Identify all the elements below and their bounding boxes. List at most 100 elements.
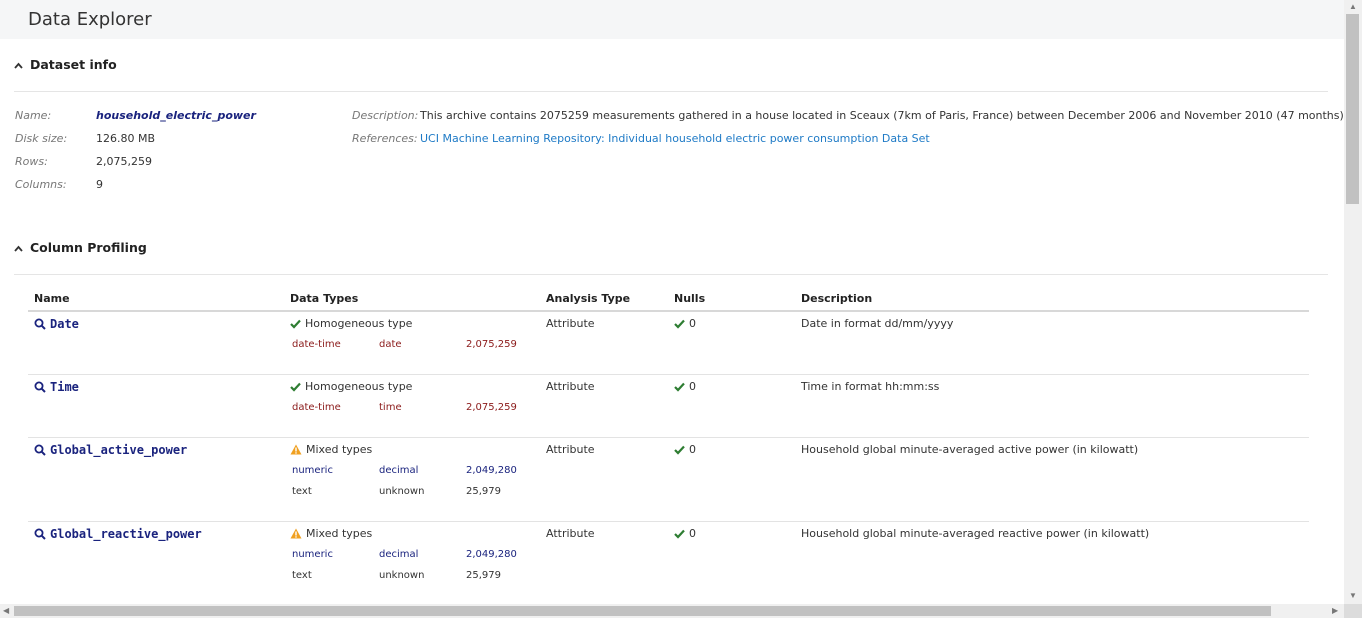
type-status: Homogeneous type: [290, 380, 412, 393]
analysis-type: Attribute: [546, 317, 595, 330]
warning-icon: [290, 444, 302, 455]
row-divider: [28, 374, 1309, 375]
analysis-type: Attribute: [546, 443, 595, 456]
magnifier-icon: [34, 444, 46, 456]
description-value: This archive contains 2075259 measuremen…: [420, 109, 1344, 122]
name-label: Name:: [15, 109, 52, 122]
type-category: numeric: [292, 549, 333, 560]
type-status-text: Mixed types: [306, 443, 373, 456]
scrollbar-corner: [1344, 604, 1362, 618]
horizontal-scrollbar[interactable]: ◀ ▶: [0, 604, 1344, 618]
vertical-scrollbar[interactable]: ▲ ▼: [1344, 0, 1362, 604]
nulls-cell: 0: [674, 317, 696, 330]
chevron-up-icon: [14, 245, 24, 252]
scroll-down-arrow-icon[interactable]: ▼: [1349, 592, 1357, 600]
window-title: Data Explorer: [28, 9, 152, 30]
column-name: Global_active_power: [50, 443, 188, 457]
nulls-cell: 0: [674, 527, 696, 540]
check-icon: [674, 382, 685, 392]
column-link-date[interactable]: Date: [34, 317, 79, 331]
column-description: Date in format dd/mm/yyyy: [801, 317, 954, 330]
type-category: numeric: [292, 465, 333, 476]
dataset-info-header: Dataset info: [30, 57, 117, 72]
nulls-count: 0: [689, 317, 696, 330]
type-subtype: time: [379, 402, 402, 413]
magnifier-icon: [34, 528, 46, 540]
type-status-text: Mixed types: [306, 527, 373, 540]
analysis-type: Attribute: [546, 380, 595, 393]
divider: [14, 91, 1328, 92]
column-name: Time: [50, 380, 79, 394]
type-subtype: unknown: [379, 570, 425, 581]
horizontal-scroll-thumb[interactable]: [14, 606, 1271, 616]
scroll-right-arrow-icon[interactable]: ▶: [1332, 607, 1338, 615]
type-subtype: decimal: [379, 465, 419, 476]
type-status-text: Homogeneous type: [305, 317, 413, 330]
type-subtype: date: [379, 339, 402, 350]
column-description: Household global minute-averaged active …: [801, 443, 1139, 456]
nulls-count: 0: [689, 443, 696, 456]
header-description: Description: [801, 292, 873, 305]
columns-label: Columns:: [15, 178, 67, 191]
type-category: date-time: [292, 339, 341, 350]
type-count: 25,979: [466, 486, 501, 497]
nulls-cell: 0: [674, 380, 696, 393]
vertical-scroll-thumb[interactable]: [1346, 14, 1359, 204]
header-data-types: Data Types: [290, 292, 359, 305]
description-label: Description:: [352, 109, 419, 122]
header-nulls: Nulls: [674, 292, 706, 305]
rows-value: 2,075,259: [96, 155, 152, 168]
header-name: Name: [34, 292, 70, 305]
type-status: Mixed types: [290, 443, 372, 456]
type-category: text: [292, 486, 312, 497]
columns-value: 9: [96, 178, 103, 191]
type-status: Homogeneous type: [290, 317, 412, 330]
column-name: Global_reactive_power: [50, 527, 202, 541]
type-count: 25,979: [466, 570, 501, 581]
type-category: date-time: [292, 402, 341, 413]
column-profiling-toggle[interactable]: Column Profiling: [14, 240, 147, 255]
analysis-type: Attribute: [546, 527, 595, 540]
column-description: Time in format hh:mm:ss: [801, 380, 940, 393]
nulls-cell: 0: [674, 443, 696, 456]
title-bar: Data Explorer: [0, 0, 1344, 39]
type-status-text: Homogeneous type: [305, 380, 413, 393]
column-link-global-active-power[interactable]: Global_active_power: [34, 443, 187, 457]
type-count: 2,049,280: [466, 549, 517, 560]
type-count: 2,075,259: [466, 339, 517, 350]
column-description: Household global minute-averaged reactiv…: [801, 527, 1150, 540]
check-icon: [290, 319, 301, 329]
check-icon: [290, 382, 301, 392]
rows-label: Rows:: [15, 155, 48, 168]
references-link[interactable]: UCI Machine Learning Repository: Individ…: [420, 132, 930, 145]
type-count: 2,075,259: [466, 402, 517, 413]
header-divider: [28, 310, 1309, 312]
row-divider: [28, 521, 1309, 522]
check-icon: [674, 529, 685, 539]
nulls-count: 0: [689, 380, 696, 393]
warning-icon: [290, 528, 302, 539]
type-count: 2,049,280: [466, 465, 517, 476]
column-link-time[interactable]: Time: [34, 380, 79, 394]
row-divider: [28, 437, 1309, 438]
magnifier-icon: [34, 381, 46, 393]
references-label: References:: [352, 132, 418, 145]
check-icon: [674, 445, 685, 455]
disk-size-label: Disk size:: [15, 132, 68, 145]
column-link-global-reactive-power[interactable]: Global_reactive_power: [34, 527, 202, 541]
column-name: Date: [50, 317, 79, 331]
chevron-up-icon: [14, 62, 24, 69]
scroll-up-arrow-icon[interactable]: ▲: [1349, 3, 1357, 11]
type-status: Mixed types: [290, 527, 372, 540]
check-icon: [674, 319, 685, 329]
type-category: text: [292, 570, 312, 581]
dataset-name: household_electric_power: [96, 109, 256, 122]
scroll-left-arrow-icon[interactable]: ◀: [3, 607, 9, 615]
type-subtype: unknown: [379, 486, 425, 497]
divider: [14, 274, 1328, 275]
column-profiling-header: Column Profiling: [30, 240, 147, 255]
magnifier-icon: [34, 318, 46, 330]
dataset-info-toggle[interactable]: Dataset info: [14, 57, 117, 72]
disk-size-value: 126.80 MB: [96, 132, 156, 145]
nulls-count: 0: [689, 527, 696, 540]
